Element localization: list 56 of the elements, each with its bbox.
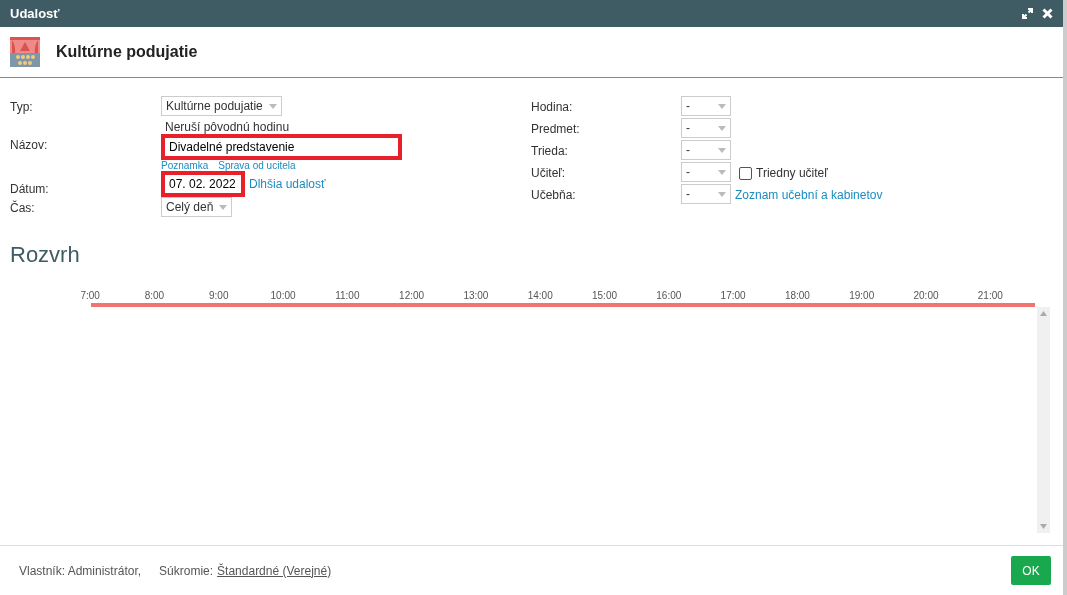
privacy-label: Súkromie: (159, 563, 214, 578)
long-event-link[interactable]: Dlhšia udalosť (249, 177, 326, 191)
hour-label: 20:00 (912, 290, 940, 302)
caret-icon (718, 169, 726, 175)
checkbox-label: Triedny učiteľ (756, 166, 828, 180)
hour-label: 17:00 (719, 290, 747, 302)
theater-stage-icon (10, 37, 40, 67)
hour-label: 8:00 (143, 290, 166, 302)
field-label: Názov: (10, 137, 49, 152)
dropdown[interactable]: - (681, 162, 731, 182)
hour-label: 21:00 (976, 290, 1004, 302)
caret-icon (718, 103, 726, 109)
field-label: Hodina: (531, 100, 574, 114)
dropdown[interactable]: - (681, 118, 731, 138)
checkbox[interactable] (739, 166, 752, 180)
rooms-link[interactable]: Zoznam učební a kabinetov (735, 188, 883, 202)
field-label: Trieda: (531, 144, 569, 158)
caret-icon (219, 204, 228, 210)
event-type-title: Kultúrne podujatie (56, 43, 198, 61)
close-icon[interactable] (1042, 8, 1053, 19)
input-field[interactable]: Divadelné predstavenie (161, 134, 402, 160)
hour-label: 16:00 (655, 290, 683, 302)
hour-label: 11:00 (334, 290, 361, 302)
hour-label: 10:00 (269, 290, 297, 302)
hour-label: 12:00 (398, 290, 426, 302)
expand-icon[interactable] (1022, 8, 1033, 19)
input-field[interactable]: 07. 02. 2022 (161, 171, 245, 197)
field-label: Čas: (10, 199, 36, 215)
hour-label: 15:00 (591, 290, 619, 302)
field-label: Predmet: (531, 122, 581, 136)
hour-label: 9:00 (208, 290, 230, 302)
privacy-link[interactable]: Štandardné (Verejné) (217, 563, 332, 578)
hour-label: 7:00 (79, 290, 101, 302)
caret-icon (718, 191, 726, 197)
caret-icon (268, 103, 277, 109)
note-text: Neruší pôvodnú hodinu (165, 120, 290, 134)
caret-icon (718, 147, 726, 153)
caret-icon (718, 125, 726, 131)
field-label: Učiteľ: (531, 166, 567, 180)
field-label: Učebňa: (531, 188, 577, 202)
hour-label: 19:00 (848, 290, 876, 302)
dropdown[interactable]: Kultúrne podujatie (161, 96, 282, 116)
hour-label: 14:00 (526, 290, 554, 302)
dropdown[interactable]: Celý deň (161, 197, 233, 217)
dropdown[interactable]: - (681, 96, 731, 116)
field-label: Typ: (10, 99, 34, 114)
hour-label: 18:00 (783, 290, 811, 302)
owner-text: Vlastník: Administrátor, (19, 563, 142, 578)
dropdown[interactable]: - (681, 184, 731, 204)
section-title: Rozvrh (9, 242, 81, 269)
text-link[interactable]: Sprava od ucitela (218, 161, 296, 171)
dropdown[interactable]: - (681, 140, 731, 160)
text-link[interactable]: Poznamka (161, 161, 209, 171)
field-label: Dátum: (10, 181, 50, 196)
hour-label: 13:00 (462, 290, 490, 302)
window-title: Udalosť (10, 6, 60, 21)
